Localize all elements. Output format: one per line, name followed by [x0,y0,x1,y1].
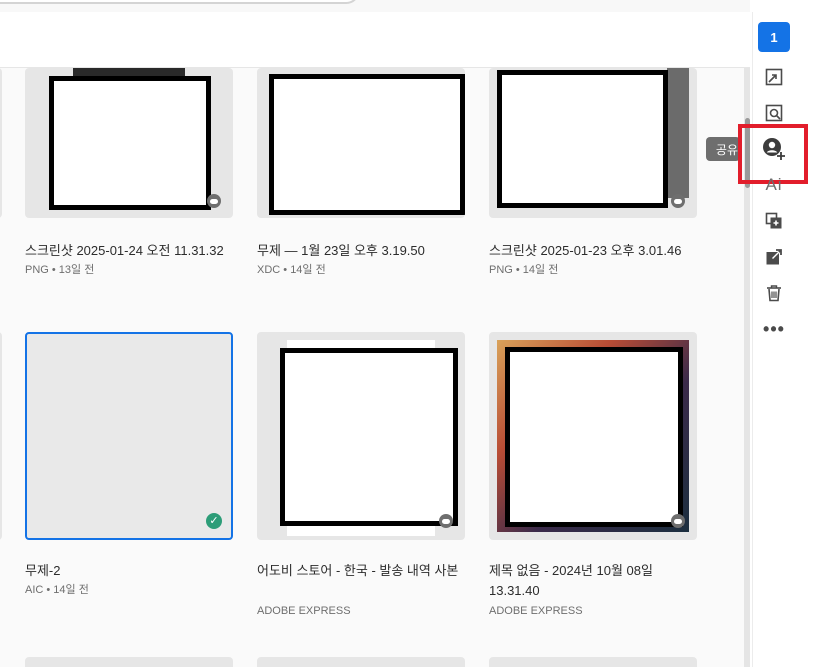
selected-check-icon: ✓ [206,513,222,529]
duplicate-icon [765,212,782,229]
preview-button[interactable] [760,99,788,127]
file-card[interactable] [489,68,697,218]
more-actions-button[interactable]: ••• [760,315,788,343]
file-meta: ADOBE EXPRESS [489,605,583,617]
thumbnail-image [269,74,465,215]
thumbnail-image [280,348,458,526]
file-card-partial[interactable] [25,657,233,667]
file-card[interactable] [257,68,465,218]
file-meta: PNG • 13일 전 [25,264,95,276]
ai-icon: Ai [765,175,783,194]
cloud-sync-icon [671,194,685,208]
file-card[interactable] [25,68,233,218]
file-card-selected[interactable]: ✓ [25,332,233,540]
file-title[interactable]: 제목 없음 - 2024년 10월 08일 13.31.40 [489,561,699,601]
cloud-sync-icon [671,514,685,528]
file-title[interactable]: 어도비 스토어 - 한국 - 발송 내역 사본 [257,561,467,581]
file-meta: ADOBE EXPRESS [257,605,351,617]
share-tooltip: 공유 [706,137,740,161]
delete-button[interactable] [760,279,788,307]
cloud-sync-icon [207,194,221,208]
thumbnail-image [667,68,689,198]
open-external-icon [766,249,782,265]
file-meta: AIC • 14일 전 [25,584,89,596]
trash-icon [767,285,781,302]
file-meta: XDC • 14일 전 [257,264,326,276]
selection-count-badge: 1 [758,22,790,52]
open-external-button[interactable] [760,243,788,271]
cloud-sync-icon [439,514,453,528]
file-card[interactable] [257,332,465,540]
file-card-partial[interactable] [0,332,2,540]
move-button[interactable] [760,63,788,91]
more-icon: ••• [763,318,785,339]
toolbar [0,12,750,68]
thumbnail-image [497,70,668,208]
move-icon [765,68,783,86]
file-card-partial[interactable] [0,68,2,218]
search-field[interactable] [0,0,360,4]
thumbnail-image [49,76,211,210]
file-title[interactable]: 스크린샷 2025-01-24 오전 11.31.32 [25,241,224,261]
file-title[interactable]: 무제-2 [25,561,60,581]
file-card[interactable] [489,332,697,540]
file-meta: PNG • 14일 전 [489,264,559,276]
file-title[interactable]: 스크린샷 2025-01-23 오후 3.01.46 [489,241,681,261]
file-title[interactable]: 무제 — 1월 23일 오후 3.19.50 [257,241,425,261]
file-grid: 스크린샷 2025-01-24 오전 11.31.32 PNG • 13일 전 … [0,68,744,667]
file-card-partial[interactable] [489,657,697,667]
thumbnail-image [73,68,185,76]
ai-button[interactable]: Ai [760,171,788,199]
thumbnail-image [505,347,683,527]
duplicate-button[interactable] [760,207,788,235]
preview-icon [765,104,783,122]
file-card-partial[interactable] [257,657,465,667]
